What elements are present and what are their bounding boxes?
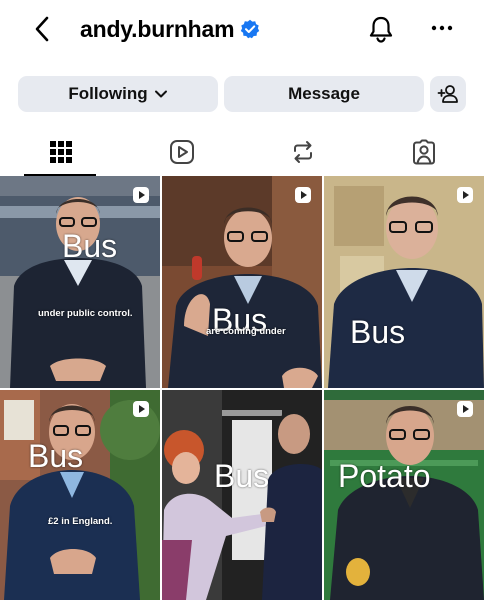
tab-posts[interactable] <box>0 128 121 176</box>
message-label: Message <box>288 84 360 103</box>
add-user-icon <box>437 85 458 103</box>
play-icon <box>169 140 194 164</box>
back-button[interactable] <box>30 14 54 44</box>
verified-badge-icon <box>241 19 260 39</box>
repost-icon <box>293 141 312 163</box>
add-user-button[interactable] <box>430 76 466 112</box>
overlay-text: Bus <box>214 458 270 494</box>
bell-icon <box>369 16 393 43</box>
video-caption: under public control. <box>38 308 133 319</box>
following-label: Following <box>68 84 148 103</box>
overlay-text: Bus <box>28 438 84 474</box>
profile-username: andy.burnham <box>80 15 235 42</box>
reel-icon <box>457 401 473 417</box>
video-caption: £2 in England. <box>48 516 113 527</box>
notifications-button[interactable] <box>367 14 395 44</box>
post-thumbnail <box>324 176 484 388</box>
post-thumbnail <box>0 176 160 388</box>
following-button[interactable]: Following <box>18 76 218 112</box>
chevron-down-icon <box>154 90 167 98</box>
reel-icon <box>295 187 311 203</box>
post-tile[interactable]: Bus <box>162 390 322 600</box>
tab-reels[interactable] <box>121 128 242 176</box>
post-thumbnail <box>324 390 484 600</box>
post-tile[interactable]: Bus £2 in England. <box>0 390 160 600</box>
overlay-text: Bus <box>62 228 118 264</box>
grid-icon <box>49 141 72 163</box>
chevron-left-icon <box>35 16 49 42</box>
post-thumbnail <box>0 390 160 600</box>
overlay-text: Potato <box>338 458 431 494</box>
post-thumbnail <box>162 176 322 388</box>
tab-reposts[interactable] <box>242 128 363 176</box>
reel-icon <box>133 401 149 417</box>
post-tile[interactable]: Bus under public control. <box>0 176 160 388</box>
posts-grid: Bus under public control. Bus are coming… <box>0 176 484 600</box>
post-tile[interactable]: Potato <box>324 390 484 600</box>
post-tile[interactable]: Bus <box>324 176 484 388</box>
post-tile[interactable]: Bus are coming under <box>162 176 322 388</box>
overlay-text: Bus <box>350 314 406 350</box>
tagged-person-icon <box>412 139 435 165</box>
more-options-button[interactable] <box>430 18 454 38</box>
reel-icon <box>457 187 473 203</box>
reel-icon <box>133 187 149 203</box>
more-horizontal-icon <box>431 25 453 31</box>
profile-header: andy.burnham <box>0 0 484 58</box>
video-caption: are coming under <box>206 326 286 337</box>
profile-tabs <box>0 128 484 176</box>
post-thumbnail <box>162 390 322 600</box>
username-block: andy.burnham <box>80 14 260 44</box>
tab-tagged[interactable] <box>363 128 484 176</box>
message-button[interactable]: Message <box>224 76 424 112</box>
